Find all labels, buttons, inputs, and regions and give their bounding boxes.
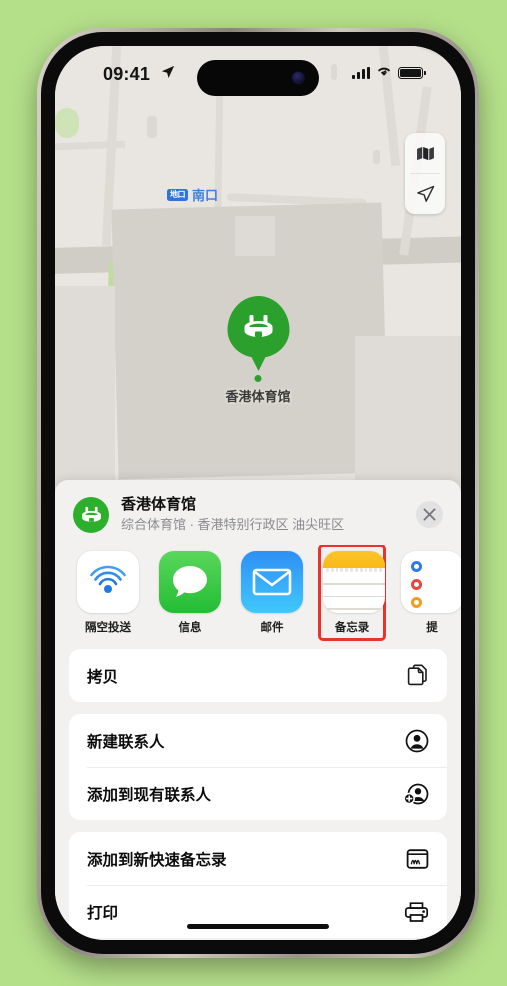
close-button[interactable]	[416, 501, 443, 529]
share-sheet: 香港体育馆 综合体育馆 · 香港特别行政区 油尖旺区 隔空投送 信息 邮件 备忘…	[55, 480, 461, 940]
status-bar: 09:41	[55, 46, 461, 104]
map-building	[55, 286, 115, 486]
transit-badge-icon: 地口	[167, 188, 188, 201]
share-app-messages[interactable]: 信息	[159, 551, 221, 635]
share-app-notes[interactable]: 备忘录	[318, 545, 386, 642]
home-indicator[interactable]	[187, 924, 329, 929]
front-camera-icon	[292, 71, 305, 85]
share-app-label: 提	[426, 622, 438, 635]
quick-note-icon	[406, 848, 429, 870]
action-row-quick-note[interactable]: 添加到新快速备忘录	[69, 832, 447, 885]
action-row-new-contact[interactable]: 新建联系人	[69, 714, 447, 767]
share-app-mail[interactable]: 邮件	[241, 551, 303, 635]
map-greenspace	[55, 108, 79, 138]
action-label: 拷贝	[87, 668, 119, 686]
map-building	[355, 336, 461, 496]
share-app-reminders[interactable]: 提	[401, 551, 461, 635]
wifi-icon	[376, 64, 392, 82]
mail-icon	[241, 551, 303, 614]
map-layers-icon[interactable]	[405, 133, 445, 173]
action-label: 添加到现有联系人	[87, 786, 212, 804]
close-icon	[423, 508, 436, 521]
action-label: 打印	[87, 904, 119, 922]
share-sheet-title: 香港体育馆	[121, 496, 197, 513]
action-group: 拷贝	[69, 649, 447, 703]
phone-screen: 09:41 地口 南口 香港体育馆 香港体育馆 综合体育馆 · 香港特别行政区 …	[55, 46, 461, 940]
share-sheet-place-info: 香港体育馆 综合体育馆 · 香港特别行政区 油尖旺区	[121, 496, 404, 533]
transit-station-label[interactable]: 地口 南口	[167, 185, 218, 204]
transit-label-text: 南口	[192, 188, 219, 203]
share-app-label: 信息	[178, 622, 202, 635]
map-building	[235, 216, 275, 256]
cellular-signal-icon	[352, 67, 370, 79]
share-sheet-header: 香港体育馆 综合体育馆 · 香港特别行政区 油尖旺区	[55, 480, 461, 545]
stadium-pin-icon	[226, 296, 289, 358]
action-label: 新建联系人	[87, 733, 165, 751]
status-time: 09:41	[103, 64, 151, 84]
share-app-airdrop[interactable]: 隔空投送	[77, 551, 139, 635]
phone-frame: 09:41 地口 南口 香港体育馆 香港体育馆 综合体育馆 · 香港特别行政区 …	[37, 28, 479, 958]
share-action-list: 拷贝 新建联系人 添加到现有联系人 添加到新快速备忘录 打印	[55, 645, 461, 939]
battery-icon	[398, 67, 426, 79]
share-app-row[interactable]: 隔空投送 信息 邮件 备忘录 提	[55, 545, 461, 645]
location-arrow-icon[interactable]	[405, 174, 445, 214]
new-contact-icon	[405, 729, 429, 753]
share-app-label: 邮件	[260, 622, 284, 635]
status-indicators	[352, 64, 426, 82]
pin-label: 香港体育馆	[225, 389, 291, 404]
map-building	[373, 150, 380, 164]
airdrop-icon	[77, 551, 139, 614]
action-row-print[interactable]: 打印	[69, 885, 447, 938]
action-row-copy[interactable]: 拷贝	[69, 649, 447, 702]
action-label: 添加到新快速备忘录	[87, 851, 227, 869]
map-controls	[405, 133, 445, 214]
add-existing-contact-icon	[403, 782, 429, 806]
printer-icon	[404, 901, 429, 923]
dynamic-island	[197, 60, 319, 96]
map-building	[147, 116, 157, 138]
pin-anchor-dot	[254, 375, 262, 382]
action-row-add-existing-contact[interactable]: 添加到现有联系人	[69, 767, 447, 820]
notes-icon	[323, 551, 385, 614]
share-app-label: 备忘录	[334, 622, 370, 635]
map-place-pin[interactable]: 香港体育馆	[225, 296, 291, 405]
messages-icon	[159, 551, 221, 614]
share-app-label: 隔空投送	[85, 622, 131, 635]
reminders-icon	[401, 551, 461, 614]
action-group: 新建联系人 添加到现有联系人	[69, 714, 447, 821]
copy-icon	[407, 664, 429, 688]
action-group: 添加到新快速备忘录 打印	[69, 832, 447, 939]
location-arrow-icon	[161, 65, 175, 84]
stadium-icon	[73, 496, 109, 533]
share-sheet-subtitle: 综合体育馆 · 香港特别行政区 油尖旺区	[121, 516, 345, 532]
phone-bezel: 09:41 地口 南口 香港体育馆 香港体育馆 综合体育馆 · 香港特别行政区 …	[41, 32, 475, 954]
